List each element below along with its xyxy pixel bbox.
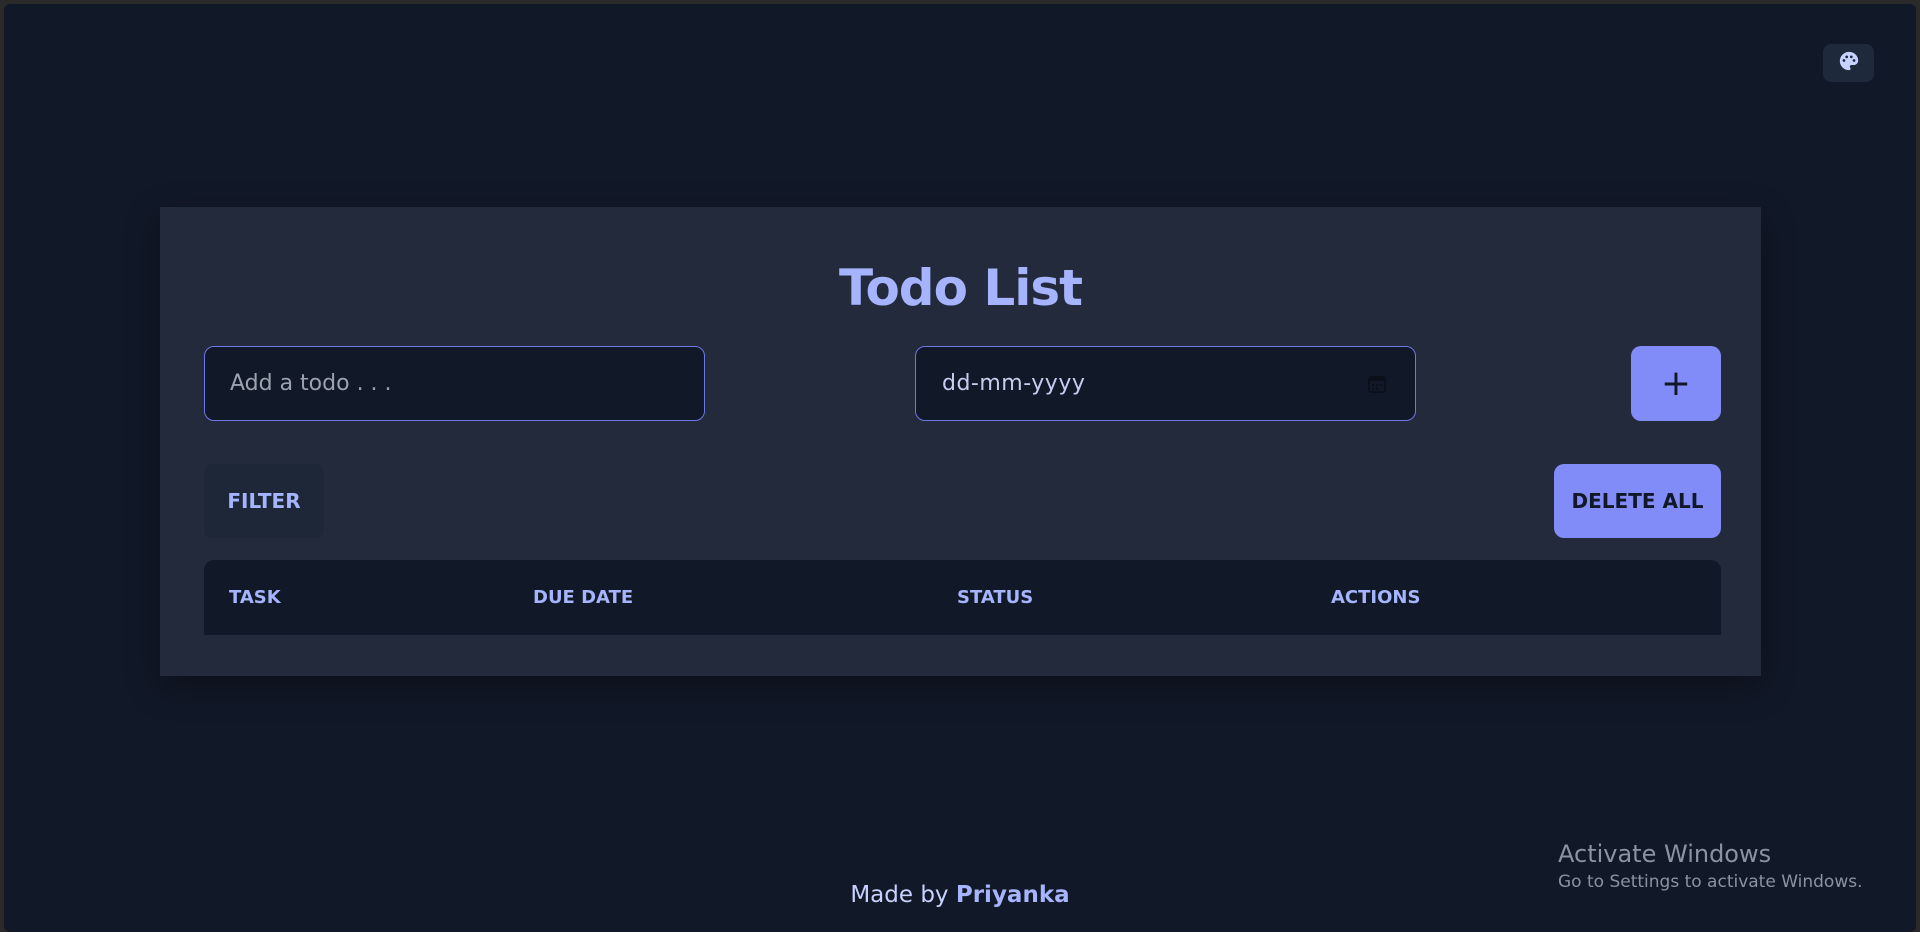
- column-header-task: TASK: [229, 587, 281, 608]
- activate-windows-watermark: Activate Windows Go to Settings to activ…: [1558, 840, 1863, 892]
- todo-input[interactable]: [204, 346, 705, 421]
- date-placeholder: dd-mm-yyyy: [942, 371, 1086, 396]
- plus-icon: +: [1660, 363, 1692, 404]
- add-todo-button[interactable]: +: [1631, 346, 1721, 421]
- theme-toggle-button[interactable]: [1823, 44, 1874, 82]
- footer-author: Priyanka: [955, 882, 1070, 908]
- watermark-subtitle: Go to Settings to activate Windows.: [1558, 872, 1863, 892]
- filter-button[interactable]: FILTER: [204, 464, 324, 538]
- column-header-status: STATUS: [957, 587, 1034, 608]
- column-header-due-date: DUE DATE: [533, 587, 634, 608]
- column-header-actions: ACTIONS: [1331, 587, 1421, 608]
- todo-table-header: TASK DUE DATE STATUS ACTIONS: [204, 560, 1721, 635]
- footer-prefix: Made by: [850, 882, 949, 908]
- todo-card: Todo List dd-mm-yyyy + FILTER DELETE ALL: [160, 207, 1761, 676]
- page-title: Todo List: [838, 259, 1083, 317]
- palette-icon: [1838, 50, 1860, 76]
- watermark-title: Activate Windows: [1558, 840, 1772, 868]
- due-date-input[interactable]: dd-mm-yyyy: [915, 346, 1416, 421]
- calendar-icon[interactable]: [1365, 372, 1389, 396]
- delete-all-button[interactable]: DELETE ALL: [1554, 464, 1721, 538]
- app-window: Todo List dd-mm-yyyy + FILTER DELETE ALL: [4, 4, 1916, 932]
